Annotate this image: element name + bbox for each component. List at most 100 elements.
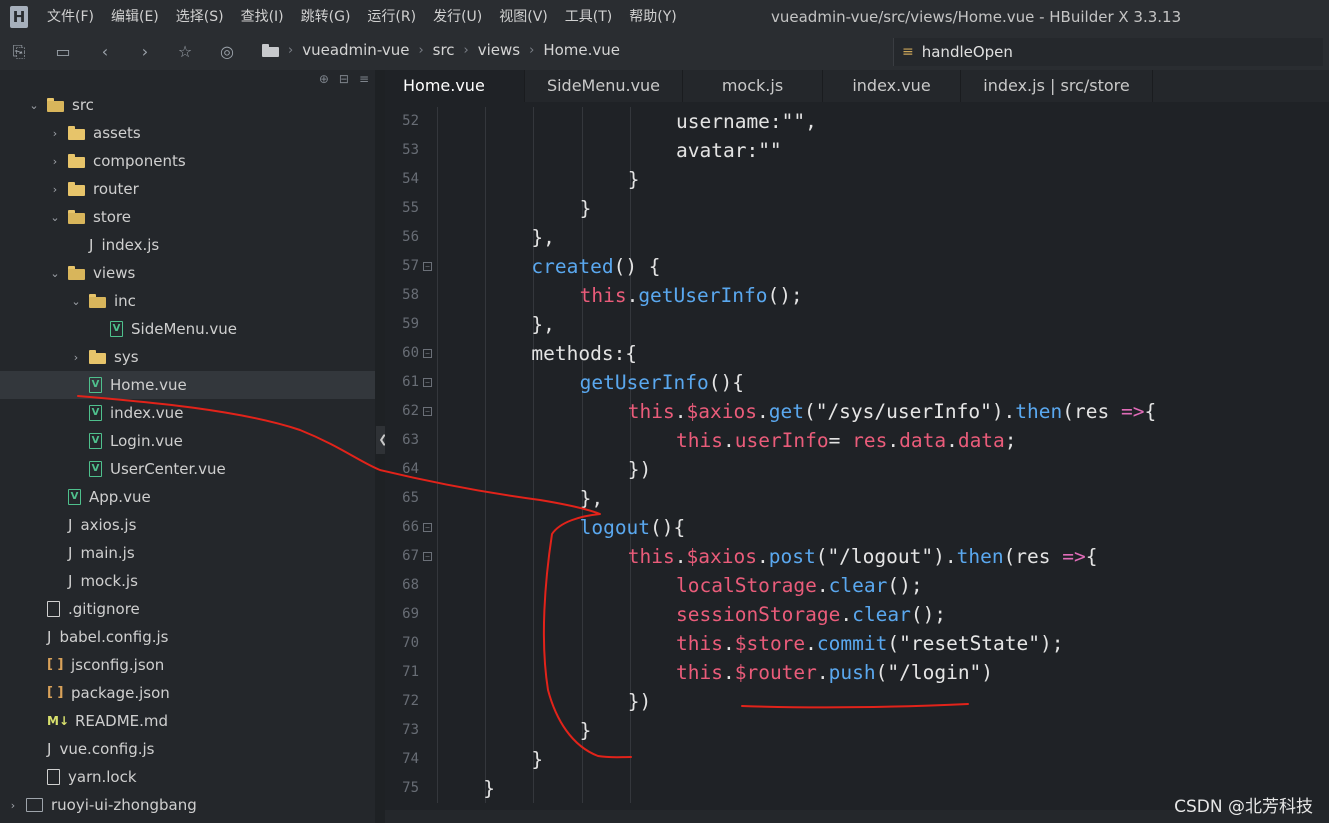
tree-item[interactable]: ›Vindex.vue bbox=[0, 399, 375, 427]
code-token: } bbox=[627, 168, 640, 191]
folder-icon bbox=[68, 126, 85, 140]
chevron-right-icon[interactable]: › bbox=[50, 127, 60, 140]
collapse-all-icon[interactable]: ⊟ bbox=[339, 72, 349, 86]
menu-item[interactable]: 跳转(G) bbox=[301, 0, 351, 34]
line-number: 74 bbox=[402, 751, 419, 767]
vue-file-icon: V bbox=[89, 377, 102, 393]
tree-item[interactable]: › router bbox=[0, 175, 375, 203]
tree-item-label: SideMenu.vue bbox=[131, 320, 238, 338]
menu-item[interactable]: 视图(V) bbox=[499, 0, 548, 34]
tree-item-label: Login.vue bbox=[110, 432, 183, 450]
tree-item[interactable]: › assets bbox=[0, 119, 375, 147]
tree-item[interactable]: ›VUserCenter.vue bbox=[0, 455, 375, 483]
save-icon[interactable]: ▭ bbox=[52, 41, 74, 63]
code-token: created bbox=[531, 255, 614, 278]
code-token: }) bbox=[627, 690, 652, 713]
breadcrumb-item[interactable]: src bbox=[433, 41, 455, 59]
vue-file-icon: V bbox=[110, 321, 123, 337]
chevron-right-icon[interactable]: › bbox=[71, 351, 81, 364]
tree-item[interactable]: ›Jindex.js bbox=[0, 231, 375, 259]
run-icon[interactable]: ◎ bbox=[216, 41, 238, 63]
fold-icon[interactable]: − bbox=[423, 523, 432, 532]
save-as-icon[interactable]: ⎘ bbox=[8, 41, 30, 63]
chevron-down-icon[interactable]: ⌄ bbox=[29, 99, 39, 112]
code-line: avatar:"" bbox=[676, 136, 782, 165]
chevron-right-icon[interactable]: › bbox=[50, 183, 60, 196]
tree-item[interactable]: ›VLogin.vue bbox=[0, 427, 375, 455]
fold-icon[interactable]: − bbox=[423, 378, 432, 387]
vue-file-icon: V bbox=[68, 489, 81, 505]
breadcrumb-item[interactable]: vueadmin-vue bbox=[302, 41, 409, 59]
code-token: clear bbox=[852, 603, 911, 626]
menu-item[interactable]: 查找(I) bbox=[241, 0, 284, 34]
back-arrow-icon[interactable]: ‹ bbox=[94, 41, 116, 63]
tree-item[interactable]: › components bbox=[0, 147, 375, 175]
tree-item[interactable]: ›Jmock.js bbox=[0, 567, 375, 595]
line-number: 55 bbox=[402, 200, 419, 216]
json-file-icon: [ ] bbox=[47, 657, 64, 672]
tree-item[interactable]: ›yarn.lock bbox=[0, 763, 375, 791]
js-file-icon: J bbox=[47, 740, 52, 758]
bookmark-star-icon[interactable]: ☆ bbox=[174, 41, 196, 63]
tree-item[interactable]: › ruoyi-ui-zhongbang bbox=[0, 791, 375, 819]
editor-tab[interactable]: Home.vue bbox=[385, 70, 525, 102]
menu-item[interactable]: 选择(S) bbox=[176, 0, 224, 34]
fold-icon[interactable]: − bbox=[423, 262, 432, 271]
tree-item-label: axios.js bbox=[80, 516, 137, 534]
editor-tab[interactable]: SideMenu.vue bbox=[525, 70, 683, 102]
tree-item[interactable]: ⌄ views bbox=[0, 259, 375, 287]
chevron-down-icon[interactable]: ⌄ bbox=[50, 267, 60, 280]
tree-item[interactable]: ›Jaxios.js bbox=[0, 511, 375, 539]
menu-item[interactable]: 工具(T) bbox=[565, 0, 612, 34]
code-line: this.getUserInfo(); bbox=[580, 281, 803, 310]
symbol-search[interactable]: ≡ handleOpen bbox=[893, 38, 1323, 66]
menu-item[interactable]: 帮助(Y) bbox=[629, 0, 676, 34]
tree-item[interactable]: ⌄ src bbox=[0, 91, 375, 119]
tree-item[interactable]: ›VHome.vue bbox=[0, 371, 375, 399]
more-menu-icon[interactable]: ≡ bbox=[359, 72, 369, 86]
tree-item-label: store bbox=[93, 208, 131, 226]
code-token: . bbox=[840, 603, 853, 626]
tree-item-label: README.md bbox=[75, 712, 169, 730]
code-token: . bbox=[756, 400, 769, 423]
code-line: } bbox=[483, 774, 495, 803]
tree-item[interactable]: ⌄ inc bbox=[0, 287, 375, 315]
tree-item[interactable]: › sys bbox=[0, 343, 375, 371]
tree-item[interactable]: ›[ ]jsconfig.json bbox=[0, 651, 375, 679]
locate-icon[interactable]: ⊕ bbox=[319, 72, 329, 86]
breadcrumb-item[interactable]: Home.vue bbox=[543, 41, 620, 59]
tree-item[interactable]: ›[ ]package.json bbox=[0, 679, 375, 707]
code-token: logout bbox=[579, 516, 651, 539]
tree-item[interactable]: ›M↓README.md bbox=[0, 707, 375, 735]
code-token: (res bbox=[1003, 545, 1063, 568]
menu-item[interactable]: 运行(R) bbox=[367, 0, 416, 34]
code-token: (res bbox=[1062, 400, 1121, 423]
tree-item-label: inc bbox=[114, 292, 136, 310]
editor-tab[interactable]: index.vue bbox=[823, 70, 961, 102]
editor-tab[interactable]: index.js | src/store bbox=[961, 70, 1153, 102]
chevron-down-icon[interactable]: ⌄ bbox=[71, 295, 81, 308]
fold-icon[interactable]: − bbox=[423, 552, 432, 561]
tree-item[interactable]: ›VSideMenu.vue bbox=[0, 315, 375, 343]
fold-icon[interactable]: − bbox=[423, 349, 432, 358]
menu-item[interactable]: 文件(F) bbox=[47, 0, 94, 34]
tree-item[interactable]: ⌄ store bbox=[0, 203, 375, 231]
forward-arrow-icon[interactable]: › bbox=[134, 41, 156, 63]
tree-item[interactable]: ›Jmain.js bbox=[0, 539, 375, 567]
menu-item[interactable]: 编辑(E) bbox=[111, 0, 159, 34]
editor-tab[interactable]: mock.js bbox=[683, 70, 823, 102]
breadcrumb-item[interactable]: views bbox=[478, 41, 520, 59]
tree-item[interactable]: ›Jvue.config.js bbox=[0, 735, 375, 763]
fold-icon[interactable]: − bbox=[423, 407, 432, 416]
tree-item-label: jsconfig.json bbox=[71, 656, 165, 674]
tree-item[interactable]: ›.gitignore bbox=[0, 595, 375, 623]
menu-item[interactable]: 发行(U) bbox=[433, 0, 482, 34]
code-token: . bbox=[887, 429, 900, 452]
chevron-down-icon[interactable]: ⌄ bbox=[50, 211, 60, 224]
tree-item[interactable]: ›Jbabel.config.js bbox=[0, 623, 375, 651]
code-token: clear bbox=[828, 574, 888, 597]
chevron-right-icon[interactable]: › bbox=[50, 155, 60, 168]
tree-item[interactable]: ›VApp.vue bbox=[0, 483, 375, 511]
indent-guide bbox=[485, 107, 487, 803]
chevron-right-icon[interactable]: › bbox=[8, 799, 18, 812]
